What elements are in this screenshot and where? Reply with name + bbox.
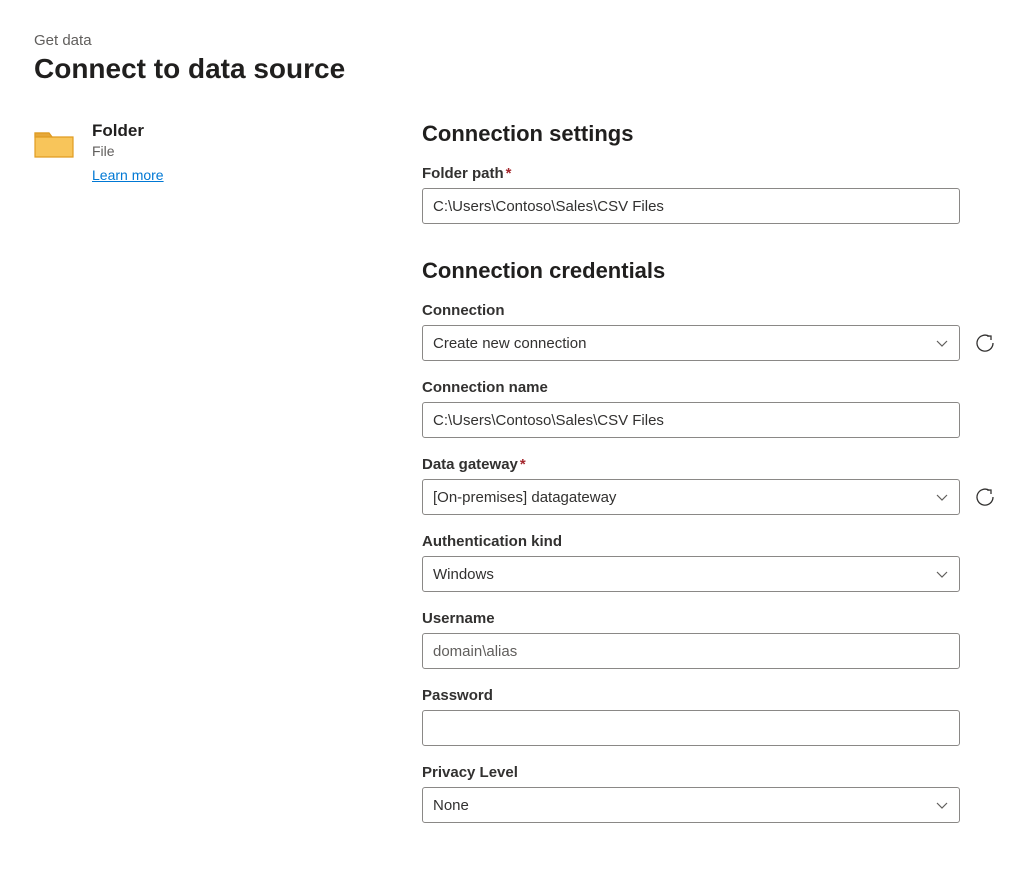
learn-more-link[interactable]: Learn more <box>92 167 164 183</box>
chevron-down-icon <box>935 798 949 812</box>
folder-path-label: Folder path* <box>422 165 996 182</box>
username-input[interactable] <box>422 633 960 669</box>
refresh-gateway-button[interactable] <box>974 486 996 508</box>
connection-name-label: Connection name <box>422 379 996 396</box>
connection-name-input[interactable] <box>422 402 960 438</box>
password-input[interactable] <box>422 710 960 746</box>
refresh-icon <box>974 486 996 508</box>
connector-name: Folder <box>92 121 164 141</box>
connection-select[interactable]: Create new connection <box>422 325 960 361</box>
chevron-down-icon <box>935 336 949 350</box>
connection-label: Connection <box>422 302 996 319</box>
data-gateway-select[interactable]: [On-premises] datagateway <box>422 479 960 515</box>
folder-path-input[interactable] <box>422 188 960 224</box>
connector-type: File <box>92 143 164 159</box>
page-title: Connect to data source <box>34 53 983 85</box>
auth-kind-select[interactable]: Windows <box>422 556 960 592</box>
connection-settings-heading: Connection settings <box>422 121 996 147</box>
folder-icon <box>34 127 74 159</box>
refresh-connection-button[interactable] <box>974 332 996 354</box>
privacy-level-label: Privacy Level <box>422 764 996 781</box>
breadcrumb: Get data <box>34 32 983 49</box>
chevron-down-icon <box>935 490 949 504</box>
data-gateway-label: Data gateway* <box>422 456 996 473</box>
connection-credentials-heading: Connection credentials <box>422 258 996 284</box>
form-panel: Connection settings Folder path* Connect… <box>422 121 996 841</box>
connector-sidebar: Folder File Learn more <box>34 121 378 841</box>
password-label: Password <box>422 687 996 704</box>
refresh-icon <box>974 332 996 354</box>
connector-card: Folder File Learn more <box>34 121 378 183</box>
privacy-level-select[interactable]: None <box>422 787 960 823</box>
chevron-down-icon <box>935 567 949 581</box>
auth-kind-label: Authentication kind <box>422 533 996 550</box>
username-label: Username <box>422 610 996 627</box>
